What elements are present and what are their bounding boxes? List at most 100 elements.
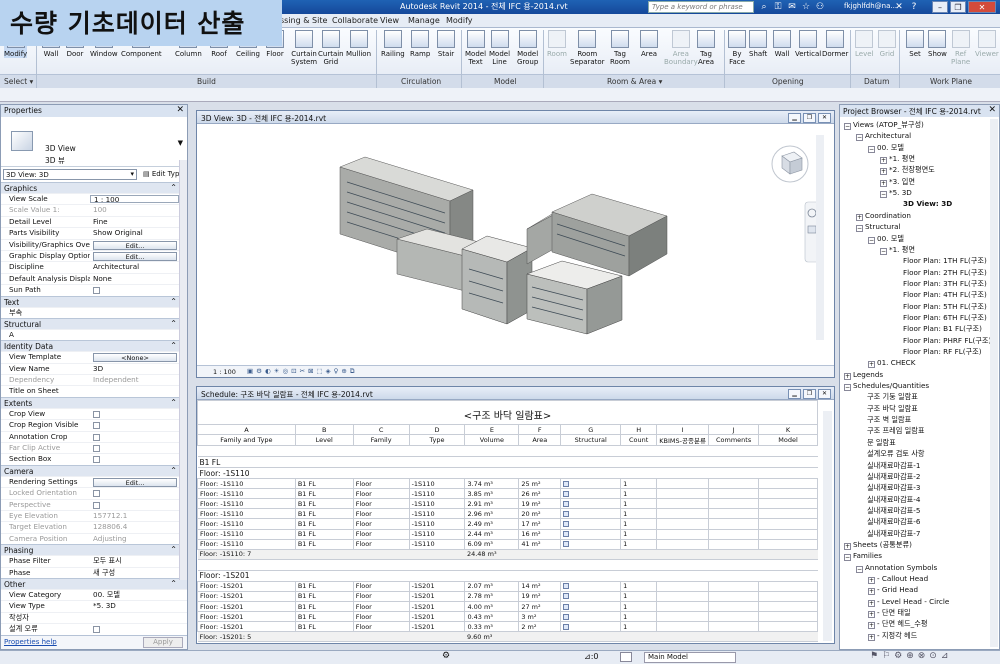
help-icon[interactable]: ? [908, 1, 920, 13]
ribbon-button-11[interactable]: Mullion [346, 30, 371, 58]
table-cell[interactable]: 27 m² [518, 601, 562, 613]
column-letter[interactable]: F [518, 423, 562, 436]
tree-node[interactable]: 구조 벽 일람표 [856, 415, 911, 425]
property-group-header[interactable]: Graphics ⌃ [1, 182, 187, 193]
table-cell[interactable]: B1 FL [294, 580, 354, 592]
ribbon-button-15[interactable]: Model Text [465, 30, 486, 66]
property-value[interactable]: Adjusting [90, 534, 187, 544]
expand-icon[interactable]: + [868, 361, 875, 369]
expand-icon[interactable]: + [868, 599, 875, 607]
exchange-icon[interactable]: ✕ [893, 1, 905, 13]
user-name[interactable]: fkjghlfdh@na... [844, 2, 897, 10]
property-value[interactable]: 3D [90, 364, 187, 374]
table-row[interactable]: Floor: -1S110 B1 FL Floor -1S110 3.74 m³ 25 m… [197, 478, 818, 490]
table-cell[interactable]: 26 m² [518, 488, 562, 500]
table-cell[interactable]: Floor: -1S110 [197, 498, 296, 510]
property-checkbox[interactable] [93, 456, 100, 464]
table-cell[interactable]: -1S201 [408, 580, 466, 592]
table-cell[interactable]: Floor [352, 478, 410, 490]
view-control-icons[interactable]: ▣⚙◐☀◎⊡✂⊠⬚◈♀⊕⧉ [247, 367, 357, 376]
table-cell[interactable]: -1S110 [408, 488, 466, 500]
ribbon-button-34[interactable]: Viewer [975, 30, 999, 58]
tree-node[interactable]: 문 일람표 [856, 438, 896, 448]
panel-select[interactable]: Select ▾ [4, 77, 33, 86]
ribbon-button-18[interactable]: Room [547, 30, 567, 58]
table-cell[interactable]: B1 FL [294, 538, 354, 550]
property-checkbox[interactable] [93, 287, 100, 295]
table-cell[interactable] [758, 580, 818, 592]
tree-node[interactable]: Floor Plan: 1TH FL(구조) [892, 256, 987, 266]
ribbon-button-33[interactable]: Ref Plane [951, 30, 970, 66]
property-group-header[interactable]: Extents ⌃ [1, 396, 187, 408]
ribbon-button-20[interactable]: Tag Room [610, 30, 630, 66]
table-cell[interactable]: 4.00 m³ [464, 601, 520, 613]
table-cell[interactable]: 1 [620, 508, 658, 520]
collapse-icon[interactable]: − [880, 191, 887, 199]
table-cell[interactable] [708, 528, 760, 540]
edit-type-button[interactable]: ▤ Edit Type [143, 170, 184, 178]
tree-node[interactable]: 구조 기둥 일람표 [856, 392, 918, 402]
structural-checkbox[interactable] [563, 500, 570, 507]
expand-icon[interactable]: + [868, 588, 875, 596]
table-cell[interactable]: 2.78 m³ [464, 590, 520, 603]
collapse-icon[interactable]: − [880, 247, 887, 255]
panel-room-area[interactable]: Room & Area ▾ [607, 77, 662, 86]
ribbon-button-19[interactable]: Room Separator [570, 30, 605, 66]
structural-checkbox[interactable] [563, 623, 570, 630]
structural-checkbox[interactable] [563, 521, 570, 528]
column-header[interactable]: Family and Type [197, 434, 296, 447]
table-cell[interactable]: 20 m² [518, 508, 562, 520]
tree-node[interactable]: Floor Plan: PHRF FL(구조) [892, 336, 991, 346]
table-cell[interactable]: B1 FL [294, 601, 354, 613]
table-cell[interactable]: Floor: -1S110 [197, 508, 296, 520]
tree-node[interactable]: 실내재료마감표-5 [856, 506, 920, 516]
property-group-header[interactable]: Camera ⌃ [1, 464, 187, 476]
table-cell[interactable]: 2 m² [518, 621, 562, 633]
column-letter[interactable]: E [464, 423, 520, 436]
property-checkbox[interactable] [93, 410, 100, 418]
ribbon-button-26[interactable]: Wall [773, 30, 791, 58]
table-cell[interactable]: 6.09 m³ [464, 538, 520, 550]
table-cell[interactable]: Floor: -1S110 [197, 518, 296, 530]
table-row[interactable]: Floor: -1S201 B1 FL Floor -1S201 2.07 m³ 14 m… [197, 580, 818, 592]
table-cell[interactable]: Floor: -1S110 [197, 538, 296, 550]
table-cell[interactable]: B1 FL [294, 488, 354, 500]
property-value[interactable] [90, 308, 187, 318]
column-header[interactable]: Area [518, 434, 562, 447]
table-cell[interactable]: Floor: -1S201 [197, 611, 296, 623]
table-cell[interactable] [656, 538, 710, 550]
table-cell[interactable]: 19 m² [518, 590, 562, 603]
restore-button[interactable]: ❐ [950, 1, 966, 13]
table-cell[interactable]: B1 FL [294, 528, 354, 540]
table-cell[interactable]: -1S201 [408, 611, 466, 623]
selection-filter[interactable]: ⊿:0 [584, 652, 599, 661]
ribbon-button-21[interactable]: Area [640, 30, 658, 58]
restore-button[interactable]: ❐ [803, 113, 816, 123]
property-edit-button[interactable]: Edit... [93, 240, 177, 250]
table-cell[interactable] [656, 621, 710, 633]
ribbon-button-17[interactable]: Model Group [517, 30, 538, 66]
column-letter[interactable]: H [620, 423, 658, 436]
table-cell[interactable] [656, 508, 710, 520]
column-letter[interactable]: C [352, 423, 410, 436]
tab-collaborate[interactable]: Collaborate [332, 16, 378, 25]
table-row[interactable]: Floor: -1S201 B1 FL Floor -1S201 0.33 m³ 2 m²… [197, 621, 818, 633]
ribbon-button-25[interactable]: Shaft [749, 30, 767, 58]
tree-node[interactable]: + - Grid Head [868, 585, 918, 596]
table-row[interactable]: Floor: -1S110 B1 FL Floor -1S110 2.96 m³ 20 m… [197, 508, 818, 520]
table-cell[interactable] [656, 488, 710, 500]
tree-node[interactable]: + - 지정각 헤드 [868, 631, 917, 641]
ribbon-button-22[interactable]: Area Boundary [664, 30, 698, 66]
structural-checkbox[interactable] [563, 583, 570, 590]
tree-node[interactable]: 실내재료마감표-6 [856, 517, 920, 527]
tree-node[interactable]: −00. 모델 [868, 234, 904, 244]
property-group-header[interactable]: Identity Data ⌃ [1, 340, 187, 352]
properties-scrollbar[interactable] [179, 160, 187, 580]
property-value[interactable]: 00. 모델 [90, 590, 187, 600]
table-cell[interactable]: Floor [352, 508, 410, 520]
table-cell[interactable] [656, 478, 710, 490]
table-cell[interactable] [708, 601, 760, 613]
apply-button[interactable]: Apply [143, 637, 183, 648]
ribbon-button-10[interactable]: Curtain Grid [318, 30, 344, 66]
column-header[interactable]: Model [758, 434, 818, 447]
